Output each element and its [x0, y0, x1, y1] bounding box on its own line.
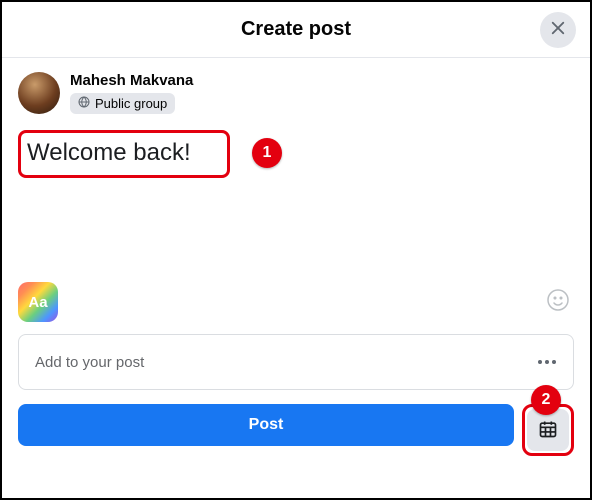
schedule-highlight: 2: [522, 404, 574, 456]
add-to-post-bar: Add to your post: [18, 334, 574, 390]
dialog-content: Mahesh Makvana Public group Welcome back…: [2, 58, 590, 470]
action-row: Post 2: [18, 404, 574, 470]
annotation-callout-1: 1: [252, 138, 282, 168]
compose-area: Welcome back! 1: [18, 130, 574, 178]
more-icon: [538, 360, 556, 364]
more-options-button[interactable]: [535, 350, 559, 374]
post-button[interactable]: Post: [18, 404, 514, 446]
annotation-callout-2: 2: [531, 385, 561, 415]
compose-input[interactable]: Welcome back!: [27, 139, 217, 167]
globe-icon: [78, 96, 90, 111]
avatar[interactable]: [18, 72, 60, 114]
emoji-button[interactable]: [544, 288, 572, 316]
author-info: Mahesh Makvana Public group: [70, 72, 193, 114]
tag-people-button[interactable]: [409, 350, 433, 374]
photo-video-button[interactable]: [367, 350, 391, 374]
format-row: Aa: [18, 282, 574, 322]
author-name: Mahesh Makvana: [70, 72, 193, 89]
background-color-button[interactable]: Aa: [18, 282, 58, 322]
author-row: Mahesh Makvana Public group: [18, 72, 574, 114]
calendar-icon: [538, 419, 558, 442]
live-video-button[interactable]: [451, 350, 475, 374]
close-icon: [549, 19, 567, 42]
location-button[interactable]: [493, 350, 517, 374]
compose-highlight: Welcome back!: [18, 130, 230, 178]
aa-label: Aa: [28, 294, 47, 311]
audience-selector[interactable]: Public group: [70, 93, 175, 114]
audience-label: Public group: [95, 96, 167, 111]
schedule-button[interactable]: [527, 409, 569, 451]
dialog-header: Create post: [2, 2, 590, 58]
dialog-title: Create post: [241, 18, 351, 41]
close-button[interactable]: [540, 12, 576, 48]
add-to-post-label: Add to your post: [35, 354, 144, 371]
smile-icon: [546, 288, 570, 317]
add-to-post-icons: [367, 350, 559, 374]
